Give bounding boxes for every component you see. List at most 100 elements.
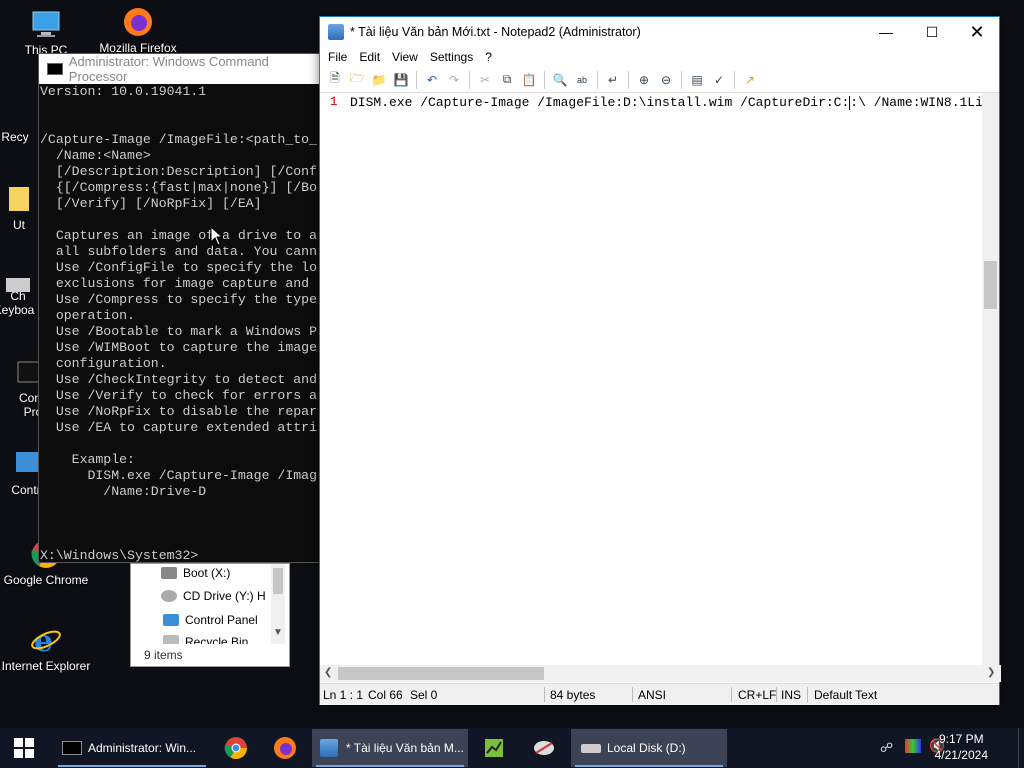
taskbar-app-tool[interactable] (520, 729, 568, 767)
cmd-window-icon (47, 63, 63, 75)
toolbar-separator (734, 70, 735, 89)
desktop: This PC Mozilla Firefox Recy Ut Ch Keybo… (0, 0, 1024, 728)
ie-icon: e (30, 624, 62, 659)
status-divider (632, 687, 633, 702)
recycle-bin-icon (0, 95, 31, 127)
cd-drive-icon (161, 590, 177, 602)
explorer-item-recycle-bin[interactable]: Recycle Bin (163, 635, 248, 644)
redo-icon[interactable]: ↷ (445, 71, 463, 89)
computer-icon (30, 8, 62, 40)
toolbar: 🗎 🗁 📁 💾 ↶ ↷ ✂ ⧉ 📋 🔍 ab ↵ ⊕ ⊖ ▤ ✓ ↗ (320, 67, 999, 93)
windows-logo-icon (14, 738, 34, 758)
exit-icon[interactable]: ↗ (741, 71, 759, 89)
vertical-scrollbar[interactable] (982, 93, 999, 665)
explorer-item-label: Control Panel (185, 613, 258, 627)
vertical-scroll-thumb[interactable] (984, 261, 997, 309)
cmd-icon (62, 741, 82, 755)
status-bar: Ln 1 : 1 Col 66 Sel 0 84 bytes ANSI CR+L… (320, 683, 999, 705)
open-folder-icon[interactable]: 🗁 (348, 71, 366, 89)
display-icon[interactable] (905, 739, 921, 753)
taskbar-local-disk[interactable]: Local Disk (D:) (571, 729, 727, 767)
maximize-button[interactable]: ☐ (909, 17, 955, 47)
status-divider (544, 687, 545, 702)
close-button[interactable]: ✕ (954, 17, 1000, 47)
undo-icon[interactable]: ↶ (423, 71, 441, 89)
explorer-item-label: Recycle Bin (185, 635, 249, 644)
scroll-right-icon[interactable]: ❯ (987, 667, 995, 678)
start-button[interactable] (0, 729, 48, 767)
network-icon[interactable]: ☍ (880, 740, 893, 756)
taskbar-app-green[interactable] (470, 729, 518, 767)
this-pc-shortcut[interactable]: This PC (0, 8, 92, 57)
status-scheme[interactable]: Default Text (814, 688, 877, 702)
taskbar-cmd[interactable]: Administrator: Win... (54, 729, 210, 767)
status-divider (807, 687, 808, 702)
menu-view[interactable]: View (386, 50, 424, 64)
menu-settings[interactable]: Settings (424, 50, 479, 64)
cut-icon[interactable]: ✂ (476, 71, 494, 89)
paste-icon[interactable]: 📋 (520, 71, 538, 89)
system-clock[interactable]: 9:17 PM 4/21/2024 (935, 731, 988, 763)
cmd-output[interactable]: Version: 10.0.19041.1 /Capture-Image /Im… (39, 84, 327, 562)
show-desktop-button[interactable] (1018, 728, 1024, 768)
tool-app-icon (534, 741, 554, 755)
clock-date: 4/21/2024 (934, 748, 988, 762)
explorer-item-cd-drive[interactable]: CD Drive (Y:) H (161, 589, 266, 603)
explorer-item-count: 9 items (144, 648, 183, 662)
status-encoding[interactable]: ANSI (638, 688, 666, 702)
ie-shortcut[interactable]: e Internet Explorer (0, 624, 92, 673)
firefox-shortcut[interactable]: Mozilla Firefox (92, 6, 184, 55)
customize-scheme-icon[interactable]: ✓ (710, 71, 728, 89)
explorer-item-control-panel[interactable]: Control Panel (163, 613, 258, 627)
scheme-icon[interactable]: ▤ (688, 71, 706, 89)
chevron-down-icon[interactable]: ▼ (273, 627, 283, 638)
taskbar-notepad-label: * Tài liệu Văn bản M... (346, 741, 464, 755)
recycle-bin-icon (163, 635, 179, 644)
editor-text-before-caret: DISM.exe /Capture-Image /ImageFile:D:\in… (350, 95, 850, 110)
command-prompt-window[interactable]: Administrator: Windows Command Processor… (38, 53, 328, 563)
status-eol[interactable]: CR+LF (738, 688, 776, 702)
replace-icon[interactable]: ab (573, 71, 591, 89)
keyboard-icon (2, 270, 34, 302)
status-insert-mode[interactable]: INS (781, 688, 801, 702)
taskbar-firefox[interactable] (261, 729, 309, 767)
text-editor-area[interactable]: 1 DISM.exe /Capture-Image /ImageFile:D:\… (320, 93, 983, 665)
status-selection: Sel 0 (410, 688, 438, 702)
word-wrap-icon[interactable]: ↵ (604, 71, 622, 89)
notepad-titlebar[interactable]: * Tài liệu Văn bản Mới.txt - Notepad2 (A… (320, 17, 999, 47)
taskbar: Administrator: Win... * Tài liệu Văn bản… (0, 728, 1024, 768)
find-icon[interactable]: 🔍 (551, 71, 569, 89)
explorer-item-boot[interactable]: Boot (X:) (161, 566, 230, 580)
svg-text:e: e (34, 624, 53, 656)
mouse-pointer-icon (210, 226, 224, 246)
new-file-icon[interactable]: 🗎 (326, 71, 344, 89)
explorer-scrollbar[interactable]: ▼ (271, 564, 285, 644)
copy-icon[interactable]: ⧉ (498, 71, 516, 89)
notepad-icon (328, 24, 344, 40)
menu-help[interactable]: ? (479, 50, 498, 64)
scroll-left-icon[interactable]: ❮ (324, 667, 332, 678)
taskbar-disk-label: Local Disk (D:) (607, 741, 686, 755)
save-icon[interactable]: 💾 (392, 71, 410, 89)
browse-icon[interactable]: 📁 (370, 71, 388, 89)
taskbar-notepad[interactable]: * Tài liệu Văn bản M... (312, 729, 468, 767)
explorer-scroll-thumb[interactable] (273, 568, 283, 594)
toolbar-separator (544, 70, 545, 89)
notepad2-window[interactable]: * Tài liệu Văn bản Mới.txt - Notepad2 (A… (319, 16, 1001, 705)
zoom-in-icon[interactable]: ⊕ (635, 71, 653, 89)
chrome-icon (224, 737, 247, 759)
explorer-window-fragment[interactable]: Boot (X:) CD Drive (Y:) H Control Panel … (130, 563, 290, 667)
line-number-gutter: 1 (320, 93, 344, 665)
zoom-out-icon[interactable]: ⊖ (657, 71, 675, 89)
cmd-titlebar[interactable]: Administrator: Windows Command Processor (39, 54, 327, 84)
status-divider (776, 687, 777, 702)
line-number: 1 (330, 95, 338, 109)
horizontal-scroll-thumb[interactable] (338, 667, 544, 680)
editor-line[interactable]: DISM.exe /Capture-Image /ImageFile:D:\in… (350, 95, 983, 110)
firefox-icon (274, 737, 296, 759)
taskbar-chrome[interactable] (212, 729, 260, 767)
menu-file[interactable]: File (322, 50, 353, 64)
menu-edit[interactable]: Edit (353, 50, 386, 64)
minimize-button[interactable]: — (863, 17, 909, 47)
horizontal-scrollbar[interactable]: ❮ ❯ (320, 665, 1001, 682)
